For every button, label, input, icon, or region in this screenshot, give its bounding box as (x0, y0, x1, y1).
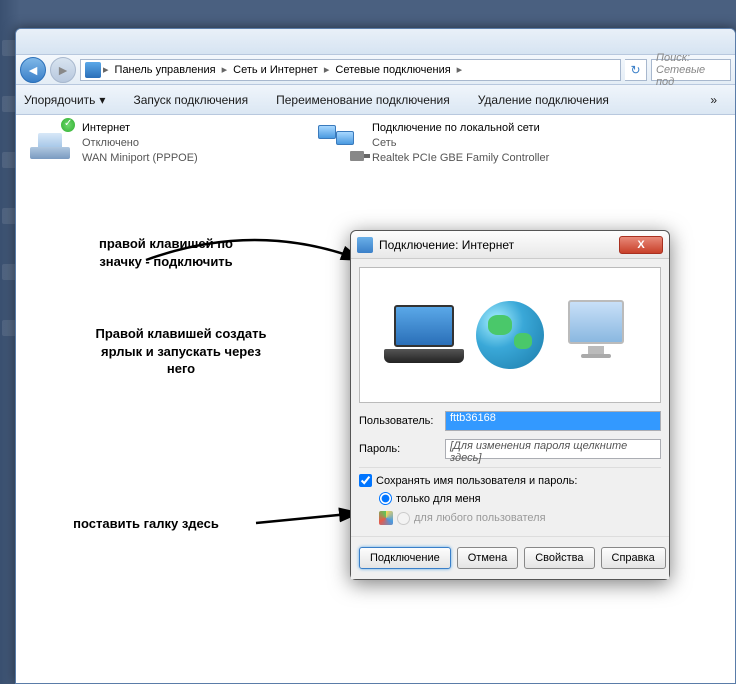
only-me-radio[interactable] (379, 492, 392, 505)
help-button[interactable]: Справка (601, 547, 666, 569)
toolbar: Упорядочить ▾ Запуск подключения Переиме… (16, 85, 735, 115)
cancel-button[interactable]: Отмена (457, 547, 518, 569)
properties-button[interactable]: Свойства (524, 547, 594, 569)
connection-name: Подключение по локальной сети (372, 121, 549, 136)
rename-connection-button[interactable]: Переименование подключения (276, 93, 450, 107)
dialog-title: Подключение: Интернет (379, 238, 514, 252)
any-user-radio[interactable] (397, 512, 410, 525)
toolbar-overflow[interactable]: » (710, 93, 717, 107)
connection-status: Сеть (372, 136, 549, 151)
search-input[interactable]: Поиск: Сетевые под (651, 59, 731, 81)
nav-forward-button[interactable]: ► (50, 57, 76, 83)
only-me-label: только для меня (396, 493, 481, 505)
save-credentials-label: Сохранять имя пользователя и пароль: (376, 475, 577, 487)
nav-back-button[interactable]: ◄ (20, 57, 46, 83)
any-user-label: для любого пользователя (414, 512, 546, 524)
connection-name: Интернет (82, 121, 198, 136)
lan-icon (316, 121, 364, 159)
refresh-button[interactable]: ↻ (625, 59, 647, 81)
dialog-titlebar[interactable]: Подключение: Интернет X (351, 231, 669, 259)
password-label: Пароль: (359, 443, 437, 455)
address-bar: ◄ ► ▸ Панель управления ▸ Сеть и Интерне… (16, 55, 735, 85)
breadcrumb-item[interactable]: Сеть и Интернет (229, 64, 322, 76)
breadcrumb-item[interactable]: Панель управления (111, 64, 220, 76)
dialog-icon (357, 237, 373, 253)
dialog-image (359, 267, 661, 403)
window-titlebar[interactable] (16, 29, 735, 55)
connection-device: Realtek PCIe GBE Family Controller (372, 151, 549, 166)
username-input[interactable]: fttb36168 (445, 411, 661, 431)
connection-dialog: Подключение: Интернет X Пользователь: ft… (350, 230, 670, 580)
connection-status: Отключено (82, 136, 198, 151)
start-connection-button[interactable]: Запуск подключения (133, 93, 248, 107)
connect-button[interactable]: Подключение (359, 547, 451, 569)
annotation-text: Правой клавишей создать ярлык и запускат… (86, 325, 276, 378)
breadcrumb[interactable]: ▸ Панель управления ▸ Сеть и Интернет ▸ … (80, 59, 621, 81)
annotation-text: поставить галку здесь (46, 515, 246, 533)
modem-icon (26, 121, 74, 159)
shield-icon (379, 511, 393, 525)
save-credentials-checkbox[interactable] (359, 474, 372, 487)
close-button[interactable]: X (619, 236, 663, 254)
password-input[interactable]: [Для изменения пароля щелкните здесь] (445, 439, 661, 459)
breadcrumb-item[interactable]: Сетевые подключения (331, 64, 454, 76)
folder-icon (85, 62, 101, 78)
annotation-arrow-icon (136, 160, 376, 270)
organize-menu[interactable]: Упорядочить ▾ (24, 93, 105, 107)
username-label: Пользователь: (359, 415, 437, 427)
delete-connection-button[interactable]: Удаление подключения (478, 93, 609, 107)
